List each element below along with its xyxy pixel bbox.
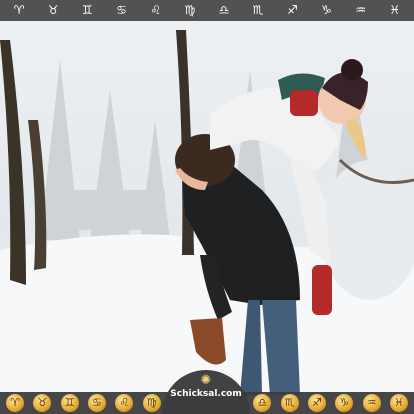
- libra-icon[interactable]: ♎: [209, 0, 239, 21]
- zodiac-navigation-bar: ♈ ♉ ♊ ♋ ♌ ♍ ♎ ♏ ♐ ♑ ♒ ♓: [0, 0, 414, 21]
- gold-virgo-icon[interactable]: ♍: [142, 394, 161, 412]
- sagittarius-icon[interactable]: ♐: [277, 0, 307, 21]
- pisces-icon[interactable]: ♓: [380, 0, 410, 21]
- couple-in-snow-photo: [0, 0, 414, 414]
- aries-icon[interactable]: ♈: [4, 0, 34, 21]
- gemini-icon[interactable]: ♊: [72, 0, 102, 21]
- sun-icon: ✺: [200, 373, 212, 388]
- schicksal-logo[interactable]: ✺ Schicksal.com: [162, 370, 250, 414]
- gold-sagittarius-icon[interactable]: ♐: [307, 394, 326, 412]
- scorpio-icon[interactable]: ♏: [243, 0, 273, 21]
- gold-gemini-icon[interactable]: ♊: [60, 394, 79, 412]
- gold-aquarius-icon[interactable]: ♒: [362, 394, 381, 412]
- gold-aries-icon[interactable]: ♈: [6, 394, 24, 412]
- virgo-icon[interactable]: ♍: [175, 0, 205, 21]
- gold-cancer-icon[interactable]: ♋: [87, 394, 106, 412]
- gold-pisces-icon[interactable]: ♓: [389, 394, 408, 412]
- cancer-icon[interactable]: ♋: [107, 0, 137, 21]
- taurus-icon[interactable]: ♉: [38, 0, 68, 21]
- gold-capricorn-icon[interactable]: ♑: [335, 394, 354, 412]
- leo-icon[interactable]: ♌: [141, 0, 171, 21]
- brand-name: Schicksal.com: [170, 389, 242, 399]
- capricorn-icon[interactable]: ♑: [311, 0, 341, 21]
- gold-taurus-icon[interactable]: ♉: [33, 394, 52, 412]
- aquarius-icon[interactable]: ♒: [346, 0, 376, 21]
- gold-scorpio-icon[interactable]: ♏: [280, 394, 299, 412]
- gold-libra-icon[interactable]: ♎: [253, 394, 272, 412]
- gold-leo-icon[interactable]: ♌: [115, 394, 134, 412]
